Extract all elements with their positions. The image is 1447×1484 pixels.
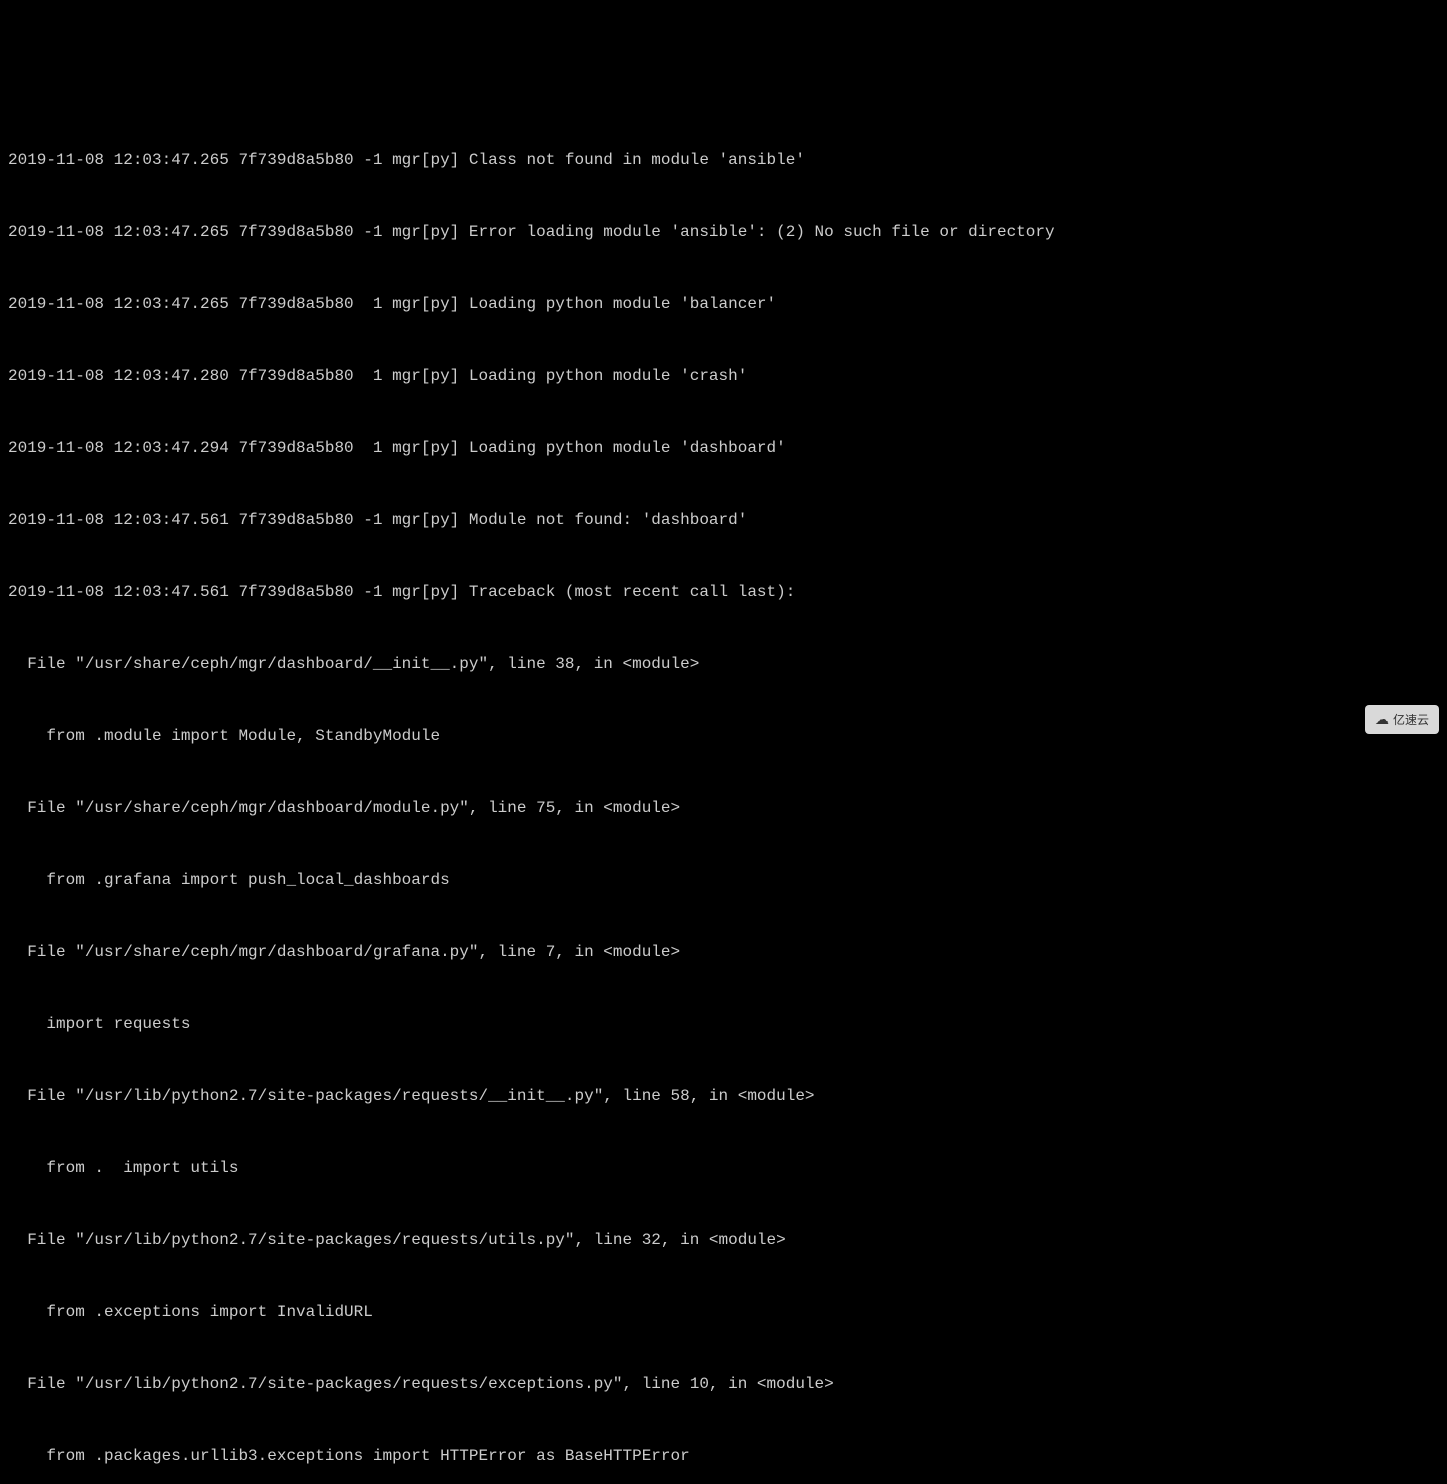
log-line: File "/usr/share/ceph/mgr/dashboard/graf…	[8, 940, 1439, 964]
log-line: import requests	[8, 1012, 1439, 1036]
log-line: File "/usr/lib/python2.7/site-packages/r…	[8, 1372, 1439, 1396]
watermark-badge: ☁ 亿速云	[1365, 705, 1439, 734]
log-line: 2019-11-08 12:03:47.294 7f739d8a5b80 1 m…	[8, 436, 1439, 460]
log-line: File "/usr/lib/python2.7/site-packages/r…	[8, 1228, 1439, 1252]
log-line: 2019-11-08 12:03:47.265 7f739d8a5b80 1 m…	[8, 292, 1439, 316]
log-line: File "/usr/share/ceph/mgr/dashboard/__in…	[8, 652, 1439, 676]
log-line: 2019-11-08 12:03:47.265 7f739d8a5b80 -1 …	[8, 148, 1439, 172]
log-line: 2019-11-08 12:03:47.280 7f739d8a5b80 1 m…	[8, 364, 1439, 388]
log-line: from .grafana import push_local_dashboar…	[8, 868, 1439, 892]
log-line: File "/usr/lib/python2.7/site-packages/r…	[8, 1084, 1439, 1108]
log-line: 2019-11-08 12:03:47.561 7f739d8a5b80 -1 …	[8, 508, 1439, 532]
cloud-icon: ☁	[1375, 709, 1389, 730]
log-line: 2019-11-08 12:03:47.561 7f739d8a5b80 -1 …	[8, 580, 1439, 604]
log-line: from .module import Module, StandbyModul…	[8, 724, 1439, 748]
log-line: from .exceptions import InvalidURL	[8, 1300, 1439, 1324]
terminal-output[interactable]: 2019-11-08 12:03:47.265 7f739d8a5b80 -1 …	[8, 100, 1439, 1484]
log-line: File "/usr/share/ceph/mgr/dashboard/modu…	[8, 796, 1439, 820]
log-line: from . import utils	[8, 1156, 1439, 1180]
log-line: from .packages.urllib3.exceptions import…	[8, 1444, 1439, 1468]
log-line: 2019-11-08 12:03:47.265 7f739d8a5b80 -1 …	[8, 220, 1439, 244]
watermark-text: 亿速云	[1393, 711, 1429, 729]
